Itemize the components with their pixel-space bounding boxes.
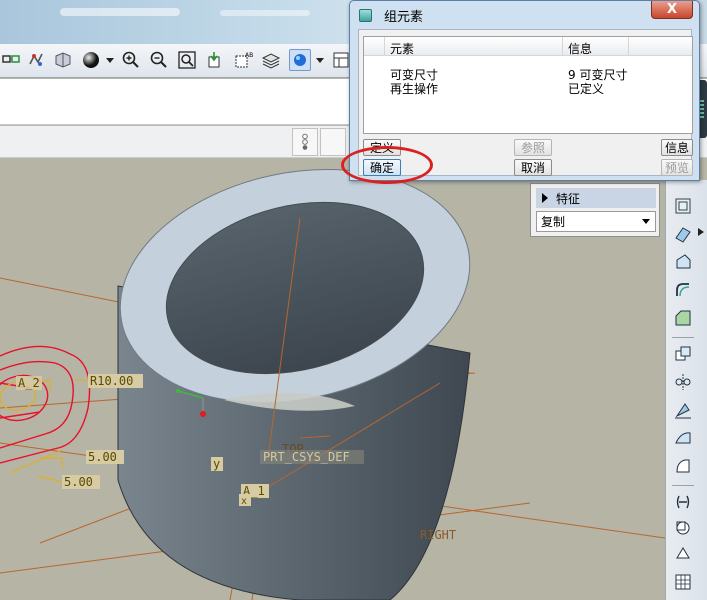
elements-list: 元素 信息 可变尺寸 9 可变尺寸 再生操作 已定义 — [363, 36, 693, 134]
highlight-ellipse — [341, 146, 433, 184]
display-dropdown-icon[interactable] — [316, 56, 324, 64]
sketch-geometry — [0, 345, 91, 464]
grid-icon[interactable] — [671, 570, 695, 594]
dialog-title: 组元素 — [384, 9, 424, 25]
list-header: 元素 信息 — [364, 37, 692, 56]
layers-icon[interactable] — [260, 49, 282, 71]
datum-right: RIGHT — [420, 528, 456, 542]
dim-5b: 5.00 — [64, 475, 93, 489]
menu-copy-label: 复制 — [541, 215, 566, 229]
regenerate-icon[interactable] — [25, 49, 47, 71]
feature-toolbar — [665, 180, 707, 600]
cancel-button[interactable]: 取消 — [514, 159, 552, 176]
surface-icon[interactable] — [671, 426, 695, 450]
close-button[interactable]: X — [651, 1, 693, 19]
dialog-title-bar: 组元素 — [350, 1, 699, 29]
axis-a2: A_2 — [18, 376, 40, 390]
menu-manager-panel: 特征 复制 — [530, 183, 660, 237]
pattern-icon[interactable] — [671, 398, 695, 422]
row-element: 再生操作 — [390, 82, 439, 96]
csys-label: PRT_CSYS_DEF — [263, 450, 350, 464]
datum-plane-icon[interactable] — [671, 194, 695, 218]
row-element: 可变尺寸 — [390, 68, 439, 82]
zoom-fit-icon[interactable] — [176, 49, 198, 71]
draft-icon[interactable] — [671, 454, 695, 478]
column-header-info[interactable]: 信息 — [568, 40, 592, 57]
dialog-app-icon — [359, 8, 372, 22]
row-info: 9 可变尺寸 — [568, 68, 628, 82]
saved-views-icon[interactable]: AB — [232, 49, 254, 71]
blurred-title — [60, 8, 180, 16]
menu-feature-label: 特征 — [556, 191, 581, 206]
blurred-title-2 — [220, 10, 310, 16]
toolbar-separator — [672, 337, 694, 338]
preview-button[interactable]: 预览 — [661, 159, 693, 176]
menu-feature-header[interactable]: 特征 — [536, 188, 656, 208]
dim-5a: 5.00 — [88, 450, 117, 464]
rib-icon[interactable] — [671, 516, 695, 540]
info-button[interactable]: 信息 — [661, 139, 693, 156]
shading-sphere-icon[interactable] — [80, 49, 102, 71]
mirror-icon[interactable] — [671, 370, 695, 394]
zoom-in-icon[interactable] — [120, 49, 142, 71]
chevron-down-icon — [642, 219, 650, 224]
chamfer-icon[interactable] — [671, 306, 695, 330]
row-info: 已定义 — [568, 82, 605, 96]
tab-folder[interactable] — [320, 128, 346, 156]
column-header-element[interactable]: 元素 — [390, 40, 414, 57]
display-style-icon[interactable] — [289, 49, 311, 71]
x-axis-label: x — [241, 496, 247, 507]
toolbar-separator-2 — [672, 485, 694, 486]
copy-icon[interactable] — [671, 342, 695, 366]
layer-icon[interactable] — [52, 49, 74, 71]
y-axis-label: y — [213, 457, 220, 471]
zoom-out-icon[interactable] — [148, 49, 170, 71]
round-icon[interactable] — [671, 278, 695, 302]
datum-axis-icon[interactable] — [671, 222, 695, 246]
list-row[interactable]: 再生操作 已定义 — [364, 82, 692, 96]
menu-copy-select[interactable]: 复制 — [536, 211, 656, 232]
dim-r10: R10.00 — [90, 374, 133, 388]
flyout-arrow-icon[interactable] — [698, 228, 704, 236]
list-row[interactable]: 可变尺寸 9 可变尺寸 — [364, 68, 692, 82]
expand-triangle-icon — [542, 193, 548, 203]
tab-model-tree[interactable] — [292, 128, 318, 156]
sweep-icon[interactable] — [671, 250, 695, 274]
orient-icon[interactable] — [204, 49, 226, 71]
sketch-icon[interactable] — [0, 49, 22, 71]
reference-button[interactable]: 参照 — [514, 139, 552, 156]
shell-icon[interactable] — [671, 490, 695, 514]
svg-text:AB: AB — [245, 52, 253, 59]
thicken-icon[interactable] — [671, 542, 695, 566]
shading-dropdown-icon[interactable] — [106, 56, 114, 64]
